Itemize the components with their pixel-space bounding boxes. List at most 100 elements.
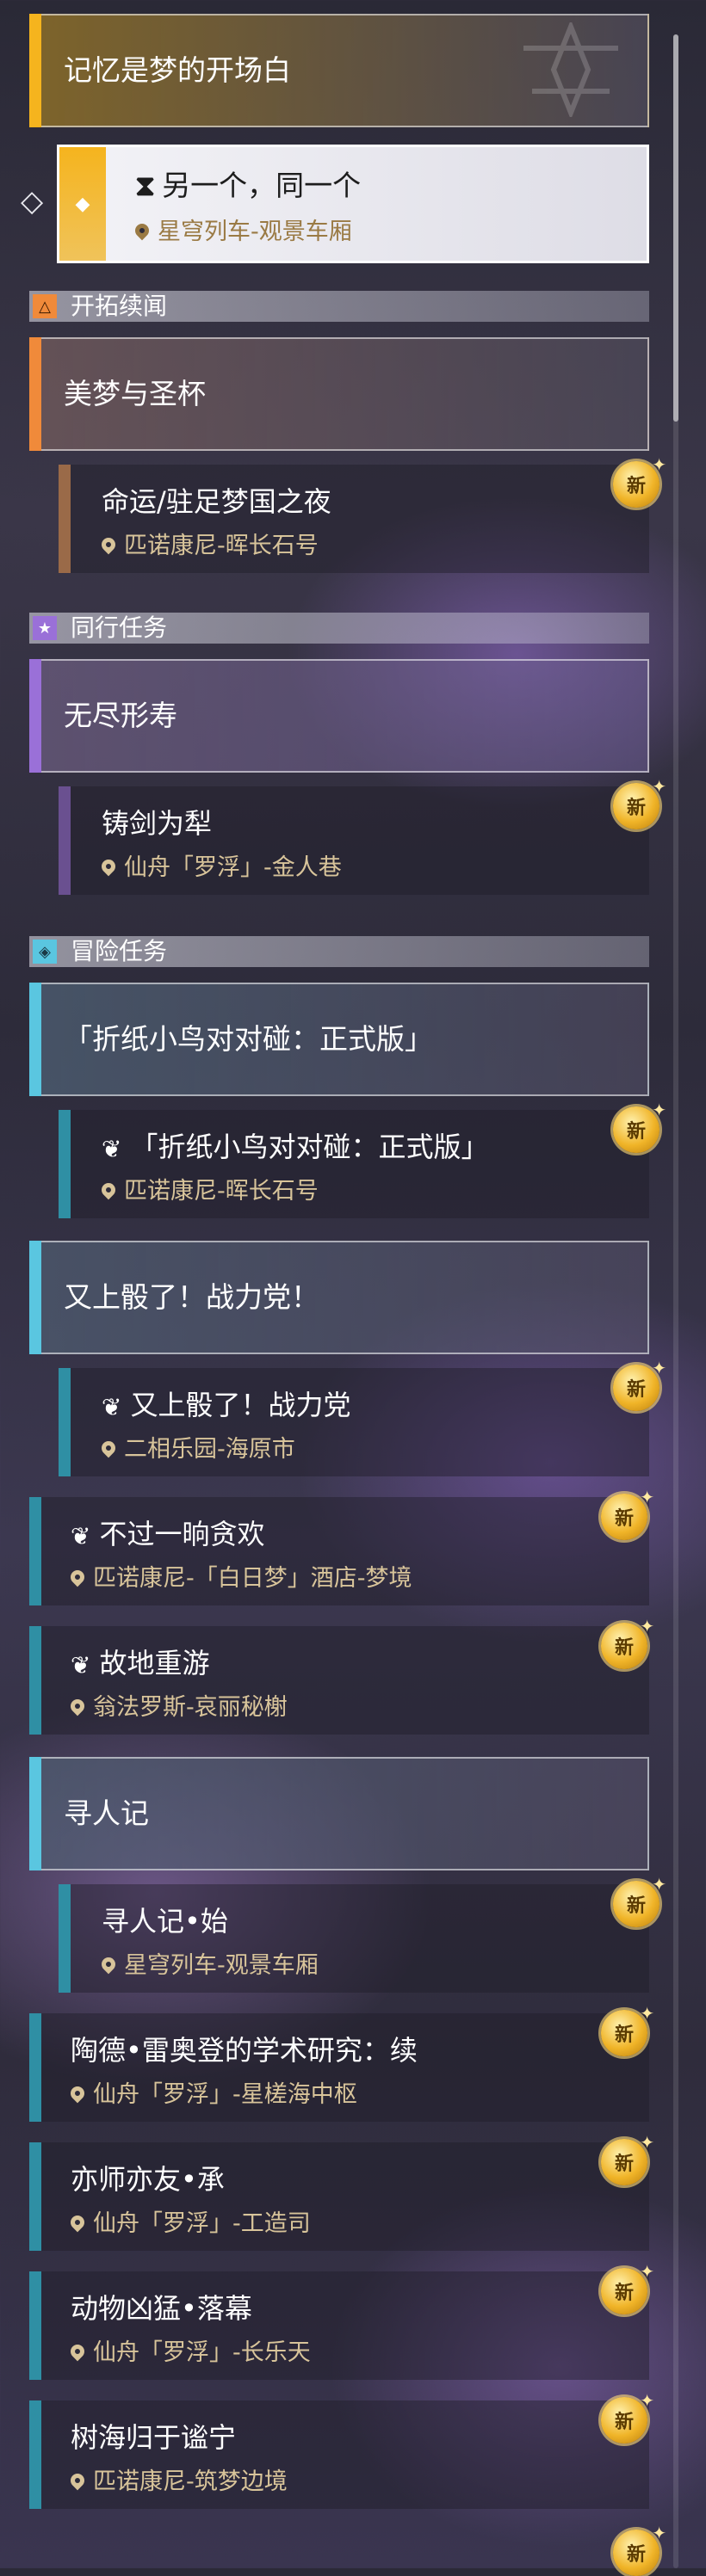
chat-bubble-icon: ❦ [71,1650,91,1679]
accent-bar [29,337,41,451]
location-pin-icon [67,1696,88,1716]
quest-item[interactable]: 动物凶猛•落幕 仙舟「罗浮」-长乐天 [29,2271,649,2380]
accent-bar [29,2400,41,2509]
quest-header-memory[interactable]: 记忆是梦的开场白 [29,14,649,127]
location-pin-icon [98,1180,119,1199]
quest-title: ❦ 不过一晌贪欢 [71,1518,265,1550]
quest-location: 匹诺康尼-晖长石号 [98,527,319,560]
new-badge-icon: 新 ✦ [601,2003,654,2056]
quest-header-endless[interactable]: 无尽形寿 [29,659,649,773]
quest-item[interactable]: 树海归于谧宁 匹诺康尼-筑梦边境 [29,2400,649,2509]
quest-item[interactable]: ❦ 故地重游 翁法罗斯-哀丽秘榭 [29,1626,649,1735]
new-badge-icon: 新 ✦ [601,2390,654,2444]
sparkle-icon: ✦ [652,1100,666,1120]
accent-bar [29,2142,41,2251]
sparkle-icon: ✦ [652,454,666,475]
sparkle-icon: ✦ [652,776,666,797]
new-badge-icon: 新 ✦ [613,1358,666,1411]
sparkle-icon: ✦ [652,1358,666,1378]
quest-item[interactable]: 亦师亦友•承 仙舟「罗浮」-工造司 [29,2142,649,2251]
new-badge-icon: 新 ✦ [601,1487,654,1540]
accent-bar [29,2013,41,2122]
featured-quest-card[interactable]: ◆ ⧗ 另一个，同一个 星穹列车-观景车厢 [57,145,649,263]
sub-quest[interactable]: 寻人记•始 星穹列车-观景车厢 [59,1884,649,1993]
location-pin-icon [98,856,119,876]
adventure-diamond-icon: ◈ [33,940,57,964]
quest-location: 匹诺康尼-晖长石号 [98,1172,319,1205]
new-badge-icon: 新 ✦ [613,776,666,829]
quest-header-dice[interactable]: 又上骰了！战力党！ [29,1241,649,1354]
quest-title: 「折纸小鸟对对碰：正式版」 [64,1022,433,1056]
quest-title: 命运/驻足梦国之夜 [102,485,331,518]
accent-bar [59,786,71,895]
quest-title: 无尽形寿 [64,699,177,732]
featured-title: ⧗ 另一个，同一个 [135,169,362,202]
quest-title: ❦ 故地重游 [71,1647,210,1679]
sub-quest[interactable]: 铸剑为犁 仙舟「罗浮」-金人巷 [59,786,649,895]
accent-bar [59,1110,71,1218]
sparkle-icon: ✦ [640,2390,654,2411]
accent-bar [29,659,41,773]
quest-location: 仙舟「罗浮」-工造司 [67,2204,311,2238]
new-badge-icon: 新 ✦ [613,454,666,508]
chat-bubble-icon: ❦ [102,1392,122,1421]
quest-title: 又上骰了！战力党！ [64,1280,319,1314]
sparkle-icon: ✦ [640,2132,654,2153]
quest-title: 美梦与圣杯 [64,377,206,410]
quest-item[interactable]: 陶德•雷奥登的学术研究：续 仙舟「罗浮」-星槎海中枢 [29,2013,649,2122]
quest-location: 仙舟「罗浮」-星槎海中枢 [67,2075,357,2109]
location-pin-icon [67,2470,88,2490]
sparkle-icon: ✦ [640,1487,654,1507]
accent-bar [59,1368,71,1476]
new-badge-icon: 新 ✦ [601,1616,654,1669]
star-icon: ★ [33,616,57,640]
new-badge-icon: 新 ✦ [601,2261,654,2314]
chat-bubble-icon: ❦ [102,1134,122,1163]
sparkle-icon: ✦ [652,2523,666,2543]
quest-header-dream-grail[interactable]: 美梦与圣杯 [29,337,649,451]
sub-quest[interactable]: 命运/驻足梦国之夜 匹诺康尼-晖长石号 [59,465,649,573]
accent-bar [59,465,71,573]
sub-quest[interactable]: ❦ 又上骰了！战力党 二相乐园-海原市 [59,1368,649,1476]
location-pin-icon [132,220,152,240]
section-companion: ★ 同行任务 [29,613,649,644]
selected-pointer-icon: ◇ [21,184,44,219]
location-pin-icon [98,1438,119,1457]
quest-title: 寻人记•始 [102,1905,228,1938]
sparkle-icon: ✦ [640,2003,654,2024]
new-badge-icon: 新 ✦ [613,1100,666,1153]
quest-header-search[interactable]: 寻人记 [29,1757,649,1870]
diamond-icon: ◆ [59,147,106,261]
quest-location: 星穹列车-观景车厢 [98,1946,319,1980]
location-pin-icon [98,534,119,554]
quest-location: 仙舟「罗浮」-金人巷 [98,848,342,882]
sub-quest[interactable]: ❦ 「折纸小鸟对对碰：正式版」 匹诺康尼-晖长石号 [59,1110,649,1218]
chat-bubble-icon: ❦ [71,1521,91,1550]
location-pin-icon [67,2341,88,2361]
section-adventure: ◈ 冒险任务 [29,936,649,967]
new-badge-icon: 新 ✦ [613,1874,666,1927]
quest-location: 匹诺康尼-筑梦边境 [67,2462,288,2496]
quest-item[interactable]: ❦ 不过一晌贪欢 匹诺康尼-「白日梦」酒店-梦境 [29,1497,649,1605]
featured-location: 星穹列车-观景车厢 [132,213,352,246]
quest-location: 翁法罗斯-哀丽秘榭 [67,1688,288,1722]
quest-header-paper-bird[interactable]: 「折纸小鸟对对碰：正式版」 [29,983,649,1096]
accent-bar [59,1884,71,1993]
accent-bar [29,2271,41,2380]
sparkle-icon: ✦ [640,1616,654,1636]
quest-location: 匹诺康尼-「白日梦」酒店-梦境 [67,1559,412,1593]
location-pin-icon [67,2212,88,2232]
hourglass-icon: ⧗ [135,169,156,202]
scrollbar-thumb[interactable] [673,34,678,422]
quest-title: 铸剑为犁 [102,807,213,840]
sparkle-icon: ✦ [640,2261,654,2282]
quest-title: 寻人记 [64,1796,149,1830]
quest-title: 记忆是梦的开场白 [64,53,291,87]
accent-bar [29,1626,41,1735]
quest-title: 陶德•雷奥登的学术研究：续 [71,2034,418,2067]
section-trailblaze: △ 开拓续闻 [29,291,649,322]
quest-title: ❦ 「折纸小鸟对对碰：正式版」 [102,1131,489,1163]
quest-title: 动物凶猛•落幕 [71,2292,252,2325]
scrollbar[interactable] [673,34,678,2568]
accent-bar [29,1757,41,1870]
